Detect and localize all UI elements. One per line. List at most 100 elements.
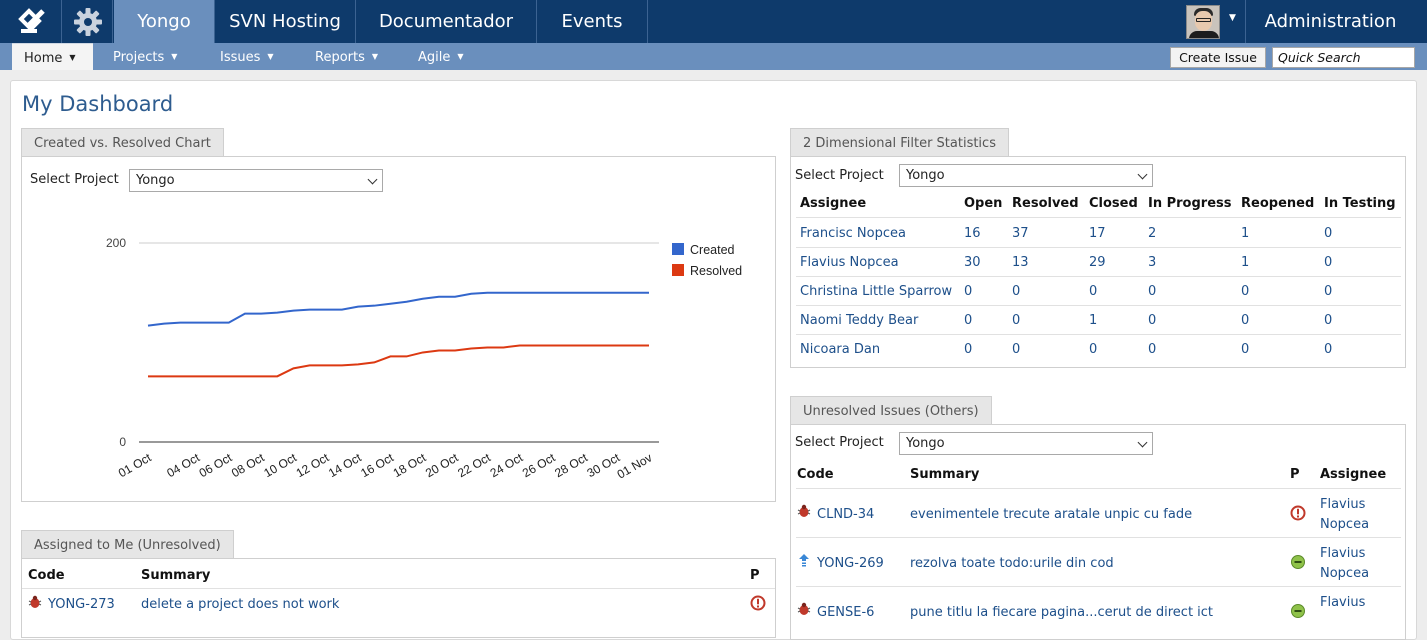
x-tick-label: 08 Oct — [229, 450, 267, 480]
subnav-issues[interactable]: Issues ▼ — [220, 43, 274, 70]
count-link[interactable]: 30 — [964, 255, 981, 270]
issue-code-link[interactable]: YONG-273 — [48, 597, 115, 612]
subnav-agile[interactable]: Agile▼ — [418, 43, 464, 70]
tab-events[interactable]: Events — [537, 0, 648, 43]
count-link[interactable]: 2 — [1148, 226, 1156, 241]
issue-summary-link[interactable]: evenimentele trecute aratale unpic cu fa… — [910, 507, 1192, 522]
count-link[interactable]: 29 — [1089, 255, 1106, 270]
priority-critical-icon — [750, 595, 766, 611]
stats-project-select[interactable]: Yongo — [899, 164, 1153, 187]
count-link[interactable]: 0 — [1241, 342, 1249, 357]
count-link[interactable]: 16 — [964, 226, 981, 241]
subnav-projects-label: Projects — [113, 50, 164, 65]
assigned-to-me-tab[interactable]: Assigned to Me (Unresolved) — [21, 530, 234, 559]
column-header-code: Code — [797, 467, 834, 482]
assignee-link[interactable]: Christina Little Sparrow — [800, 284, 952, 299]
count-link[interactable]: 1 — [1241, 226, 1249, 241]
count-link[interactable]: 1 — [1089, 313, 1097, 328]
count-link[interactable]: 0 — [1089, 284, 1097, 299]
count-link[interactable]: 0 — [964, 313, 972, 328]
subnav-home[interactable]: Home▼ — [12, 43, 93, 70]
count-link[interactable]: 0 — [1324, 255, 1332, 270]
chevron-down-icon — [1138, 438, 1148, 448]
chevron-down-icon[interactable]: ▼ — [1229, 13, 1236, 23]
tab-documentador[interactable]: Documentador — [356, 0, 537, 43]
count-link[interactable]: 0 — [1148, 313, 1156, 328]
count-link[interactable]: 13 — [1012, 255, 1029, 270]
y-tick-label: 200 — [106, 236, 126, 250]
user-avatar[interactable] — [1186, 5, 1220, 39]
count-link[interactable]: 0 — [1012, 342, 1020, 357]
priority-minor-icon — [1290, 603, 1306, 619]
count-link[interactable]: 0 — [1012, 284, 1020, 299]
chevron-down-icon — [1138, 170, 1148, 180]
assignee-link[interactable]: Nopcea — [1320, 517, 1369, 532]
assignee-link[interactable]: Nopcea — [1320, 566, 1369, 581]
count-link[interactable]: 0 — [1324, 342, 1332, 357]
count-link[interactable]: 0 — [1012, 313, 1020, 328]
x-tick-label: 18 Oct — [391, 450, 429, 480]
select-project-label: Select Project — [795, 168, 884, 183]
chevron-down-icon: ▼ — [267, 52, 273, 61]
count-link[interactable]: 3 — [1148, 255, 1156, 270]
tab-svn-hosting[interactable]: SVN Hosting — [215, 0, 356, 43]
select-project-label: Select Project — [30, 172, 119, 187]
count-link[interactable]: 0 — [1241, 284, 1249, 299]
x-tick-label: 10 Oct — [261, 450, 299, 480]
count-link[interactable]: 0 — [1148, 284, 1156, 299]
gear-icon[interactable] — [62, 0, 113, 43]
assignee-link[interactable]: Francisc Nopcea — [800, 226, 906, 241]
unresolved-others-tab[interactable]: Unresolved Issues (Others) — [790, 396, 992, 425]
bug-icon — [797, 602, 811, 616]
issue-code-link[interactable]: CLND-34 — [817, 507, 874, 522]
assignee-link[interactable]: Flavius — [1320, 497, 1365, 512]
subnav-issues-label: Issues — [220, 50, 260, 65]
count-link[interactable]: 0 — [1148, 342, 1156, 357]
issue-summary-link[interactable]: delete a project does not work — [141, 597, 339, 612]
issue-summary-link[interactable]: rezolva toate todo:urile din cod — [910, 556, 1114, 571]
column-header-in-progress: In Progress — [1148, 196, 1232, 211]
count-link[interactable]: 1 — [1241, 255, 1249, 270]
legend-swatch-resolved — [672, 264, 684, 276]
assigned-to-me-gadget — [21, 558, 776, 638]
administration-link[interactable]: Administration — [1245, 0, 1415, 43]
column-header-assignee: Assignee — [1320, 467, 1386, 482]
count-link[interactable]: 0 — [964, 284, 972, 299]
assignee-link[interactable]: Flavius — [1320, 595, 1365, 610]
chart-project-select[interactable]: Yongo — [129, 169, 383, 192]
count-link[interactable]: 0 — [1089, 342, 1097, 357]
issue-code-link[interactable]: YONG-269 — [817, 556, 884, 571]
x-tick-label: 06 Oct — [197, 450, 235, 480]
count-link[interactable]: 37 — [1012, 226, 1029, 241]
count-link[interactable]: 0 — [1324, 226, 1332, 241]
subnav-reports[interactable]: Reports▼ — [315, 43, 378, 70]
assignee-link[interactable]: Flavius — [1320, 546, 1365, 561]
count-link[interactable]: 0 — [1324, 284, 1332, 299]
quick-search-input[interactable]: Quick Search — [1272, 47, 1415, 68]
assignee-link[interactable]: Flavius Nopcea — [800, 255, 899, 270]
tab-yongo[interactable]: Yongo — [114, 0, 215, 43]
column-header-priority: P — [1290, 467, 1300, 482]
count-link[interactable]: 0 — [1324, 313, 1332, 328]
yongo-logo-icon[interactable] — [0, 0, 62, 43]
count-link[interactable]: 0 — [1241, 313, 1249, 328]
created-vs-resolved-tab[interactable]: Created vs. Resolved Chart — [21, 128, 224, 157]
count-link[interactable]: 17 — [1089, 226, 1106, 241]
top-navigation-bar: Yongo SVN Hosting Documentador Events ▼ … — [0, 0, 1427, 43]
filter-statistics-tab[interactable]: 2 Dimensional Filter Statistics — [790, 128, 1009, 157]
unresolved-project-select[interactable]: Yongo — [899, 432, 1153, 455]
stats-project-select-value: Yongo — [906, 168, 945, 183]
legend-swatch-created — [672, 243, 684, 255]
assignee-link[interactable]: Nicoara Dan — [800, 342, 880, 357]
subnav-projects[interactable]: Projects▼ — [113, 43, 177, 70]
x-tick-label: 04 Oct — [164, 450, 202, 480]
create-issue-button[interactable]: Create Issue — [1170, 47, 1266, 68]
priority-critical-icon — [1290, 505, 1306, 521]
assignee-link[interactable]: Naomi Teddy Bear — [800, 313, 918, 328]
chart-project-select-value: Yongo — [136, 173, 175, 188]
series-line-resolved — [148, 345, 649, 376]
improvement-icon — [797, 553, 811, 567]
x-tick-label: 16 Oct — [358, 450, 396, 480]
select-project-label: Select Project — [795, 435, 884, 450]
count-link[interactable]: 0 — [964, 342, 972, 357]
